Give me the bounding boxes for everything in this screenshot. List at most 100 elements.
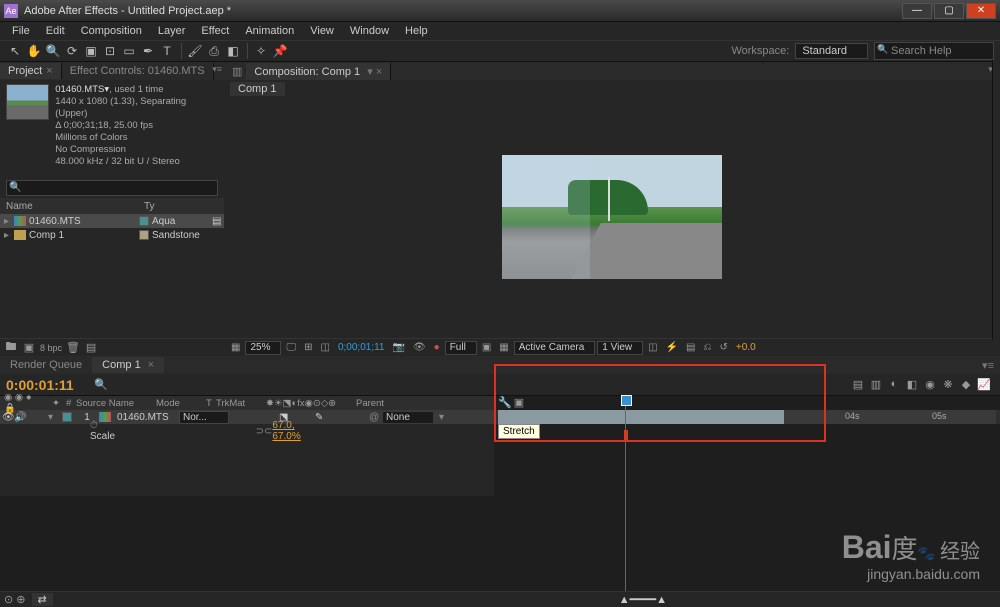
workspace-select[interactable]: Standard bbox=[795, 43, 868, 59]
grid-icon[interactable]: ▦ bbox=[228, 341, 243, 355]
constrain-icon[interactable]: ⊃⊂ bbox=[256, 426, 273, 437]
collapsed-panels[interactable] bbox=[992, 60, 1000, 340]
tab-render-queue[interactable]: Render Queue bbox=[0, 357, 92, 373]
selection-tool-icon[interactable]: ↖ bbox=[6, 42, 24, 60]
menu-composition[interactable]: Composition bbox=[73, 25, 150, 37]
parent-pick-icon[interactable]: @ bbox=[369, 412, 383, 423]
graph-icon[interactable]: 📈 bbox=[976, 378, 992, 391]
shape-tool-icon[interactable]: ▭ bbox=[120, 42, 138, 60]
col-t[interactable]: T bbox=[202, 398, 212, 409]
timeline-search-icon[interactable]: 🔍 bbox=[94, 378, 108, 391]
resolution-select[interactable]: Full bbox=[445, 341, 477, 355]
timeline-panel-menu-icon[interactable]: ▾≡ bbox=[982, 359, 994, 372]
exposure-value[interactable]: +0.0 bbox=[733, 341, 759, 355]
newcomp-icon[interactable]: ▣ bbox=[22, 341, 36, 355]
menu-edit[interactable]: Edit bbox=[38, 25, 73, 37]
zoom-select[interactable]: 25% bbox=[245, 341, 281, 355]
toggle-switches-button[interactable]: ⇄ bbox=[32, 593, 53, 606]
col-trkmat[interactable]: TrkMat bbox=[212, 398, 262, 409]
project-item-video[interactable]: ▸ 01460.MTS Aqua ▤ bbox=[0, 214, 224, 228]
panbehind-tool-icon[interactable]: ⊡ bbox=[101, 42, 119, 60]
layer-out-cursor-icon[interactable] bbox=[624, 430, 628, 440]
camera-tool-icon[interactable]: ▣ bbox=[82, 42, 100, 60]
menu-effect[interactable]: Effect bbox=[193, 25, 237, 37]
type-tool-icon[interactable]: T bbox=[158, 42, 176, 60]
roi-icon[interactable]: ▣ bbox=[479, 341, 494, 355]
frameblend-icon[interactable]: ◧ bbox=[904, 378, 920, 391]
delete-icon[interactable]: 🗑 bbox=[66, 341, 80, 355]
stopwatch-icon[interactable]: ⏱ bbox=[90, 420, 98, 431]
viewer-timecode[interactable]: 0;00;01;11 bbox=[335, 341, 388, 355]
layer-duration-bar[interactable] bbox=[498, 410, 784, 424]
search-help-input[interactable]: Search Help bbox=[874, 42, 994, 60]
maximize-button[interactable]: ▢ bbox=[934, 3, 964, 19]
rotobrush-tool-icon[interactable]: ✧ bbox=[252, 42, 270, 60]
zoom-slider[interactable]: ▲━━━━▲ bbox=[619, 593, 667, 606]
scale-value[interactable]: 67.0, 67.0% bbox=[272, 420, 324, 442]
channel-icon[interactable]: 🖵 bbox=[283, 341, 299, 355]
transparency-icon[interactable]: ▦ bbox=[496, 341, 511, 355]
close-button[interactable]: ✕ bbox=[966, 3, 996, 19]
viewer-layout-icon[interactable]: ▥ bbox=[228, 65, 246, 78]
menu-view[interactable]: View bbox=[302, 25, 342, 37]
motionblur-icon[interactable]: ◉ bbox=[922, 378, 938, 391]
mode-select[interactable]: Nor... bbox=[179, 411, 229, 424]
composition-viewer[interactable] bbox=[224, 96, 1000, 338]
pin-tool-icon[interactable]: 📌 bbox=[271, 42, 289, 60]
rotate-tool-icon[interactable]: ⟳ bbox=[63, 42, 81, 60]
tab-effect-controls[interactable]: Effect Controls: 01460.MTS bbox=[62, 63, 214, 79]
col-parent[interactable]: Parent bbox=[352, 398, 412, 409]
menu-layer[interactable]: Layer bbox=[150, 25, 194, 37]
comp-mini-icon[interactable]: ▣ bbox=[514, 396, 524, 410]
color-icon[interactable]: ● bbox=[431, 341, 443, 355]
timeline-timecode[interactable]: 0:00:01:11 bbox=[0, 377, 90, 393]
safe-icon[interactable]: ⊞ bbox=[301, 341, 315, 355]
hideshy-icon[interactable]: ◐ bbox=[886, 378, 902, 391]
tab-project[interactable]: Project× bbox=[0, 63, 62, 79]
pixel-aspect-icon[interactable]: ◫ bbox=[645, 341, 660, 355]
show-snapshot-icon[interactable]: 👁 bbox=[410, 341, 429, 355]
hand-tool-icon[interactable]: ✋ bbox=[25, 42, 43, 60]
toggle-switches-icon[interactable]: ⊙ ⊕ bbox=[4, 593, 26, 606]
col-name[interactable]: Name bbox=[0, 201, 144, 212]
brainstorm-icon[interactable]: ❋ bbox=[940, 378, 956, 391]
panel-menu-icon[interactable]: ▾≡ bbox=[212, 64, 222, 75]
menu-animation[interactable]: Animation bbox=[237, 25, 302, 37]
col-source-name[interactable]: Source Name bbox=[72, 398, 152, 409]
parent-select[interactable]: None bbox=[383, 412, 433, 423]
tab-composition[interactable]: Composition: Comp 1 ▾ × bbox=[246, 63, 391, 80]
timeline-track-area[interactable]: 🔧▣ b:00s 01s 02s 03s 04s 05s Stretch bbox=[494, 396, 1000, 496]
draftshade-icon[interactable]: ▥ bbox=[868, 378, 884, 391]
minimize-button[interactable]: — bbox=[902, 3, 932, 19]
project-search-input[interactable]: 🔍 bbox=[6, 180, 218, 196]
flowchart-icon[interactable]: ⎌ bbox=[701, 341, 715, 355]
mask-icon[interactable]: ◫ bbox=[318, 341, 333, 355]
camera-select[interactable]: Active Camera bbox=[514, 341, 596, 355]
stamp-tool-icon[interactable]: ⎙ bbox=[205, 42, 223, 60]
folder-icon[interactable]: ▤ bbox=[84, 341, 98, 355]
menu-help[interactable]: Help bbox=[397, 25, 436, 37]
col-mode[interactable]: Mode bbox=[152, 398, 202, 409]
project-item-comp[interactable]: ▸ Comp 1 Sandstone bbox=[0, 228, 224, 242]
menu-window[interactable]: Window bbox=[342, 25, 397, 37]
wrench-icon[interactable]: 🔧 bbox=[498, 396, 512, 410]
tab-timeline-comp[interactable]: Comp 1 × bbox=[92, 357, 164, 373]
interpret-icon[interactable]: 🖿 bbox=[4, 341, 18, 355]
col-type[interactable]: Ty bbox=[144, 201, 224, 212]
composition-panel: ▾≡ ▥ Composition: Comp 1 ▾ × Comp 1 ▦ 25… bbox=[224, 62, 1000, 356]
eraser-tool-icon[interactable]: ◧ bbox=[224, 42, 242, 60]
fast-preview-icon[interactable]: ⚡ bbox=[663, 341, 681, 355]
autokeys-icon[interactable]: ◆ bbox=[958, 378, 974, 391]
brush-tool-icon[interactable]: 🖌 bbox=[186, 42, 204, 60]
reset-exp-icon[interactable]: ↺ bbox=[717, 341, 731, 355]
property-row-scale[interactable]: ⏱Scale ⊃⊂ 67.0, 67.0% bbox=[0, 424, 494, 438]
pen-tool-icon[interactable]: ✒ bbox=[139, 42, 157, 60]
timeline-icon[interactable]: ▤ bbox=[683, 341, 698, 355]
zoom-tool-icon[interactable]: 🔍 bbox=[44, 42, 62, 60]
draft3d-icon[interactable]: ▤ bbox=[850, 378, 866, 391]
view-select[interactable]: 1 View bbox=[597, 341, 643, 355]
menu-file[interactable]: File bbox=[4, 25, 38, 37]
subtab-comp1[interactable]: Comp 1 bbox=[230, 82, 285, 96]
bpc-button[interactable]: 8 bpc bbox=[40, 341, 62, 355]
snapshot-icon[interactable]: 📷 bbox=[389, 341, 407, 355]
